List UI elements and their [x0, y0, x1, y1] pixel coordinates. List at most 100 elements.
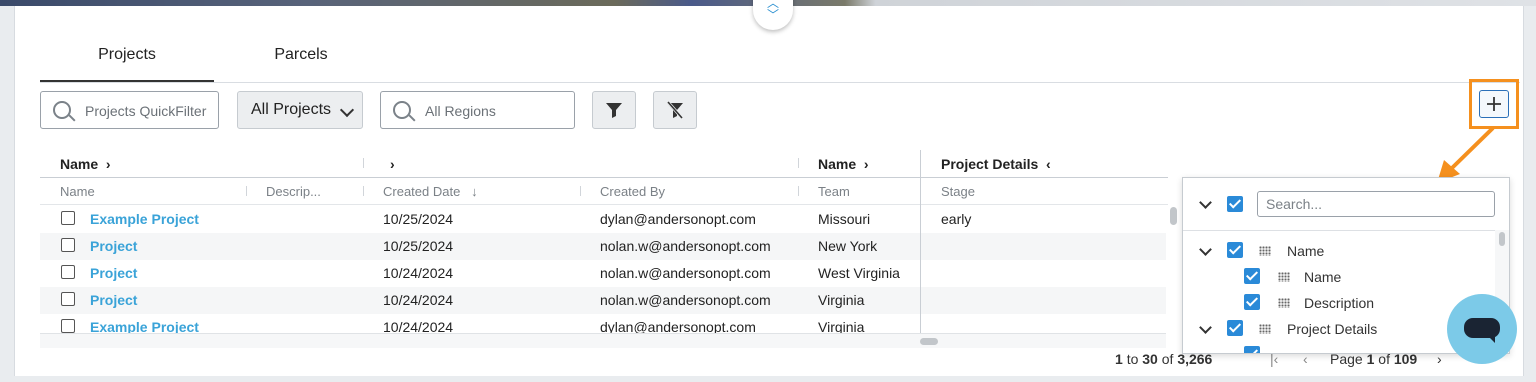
stage-cell: early	[941, 211, 972, 227]
column-header-created-by[interactable]: Created By	[600, 184, 665, 199]
chevron-right-icon: ›	[390, 156, 395, 172]
row-checkbox[interactable]	[61, 211, 75, 225]
column-search-input[interactable]: Search...	[1257, 191, 1495, 217]
filter-icon	[606, 103, 622, 118]
clear-filter-icon	[666, 101, 684, 119]
column-checkbox[interactable]	[1244, 346, 1260, 353]
row-checkbox[interactable]	[61, 238, 75, 252]
project-name-link[interactable]: Project	[90, 292, 137, 308]
chat-icon	[1464, 318, 1500, 343]
column-header-team[interactable]: Team	[818, 184, 850, 199]
chevron-down-icon[interactable]	[1199, 243, 1212, 256]
project-name-link[interactable]: Project	[90, 265, 137, 281]
horizontal-scrollbar[interactable]	[40, 333, 1166, 348]
created-by-cell: dylan@andersonopt.com	[600, 211, 756, 227]
add-column-button[interactable]	[1479, 90, 1509, 118]
team-cell: Virginia	[818, 292, 865, 308]
column-checkbox[interactable]	[1244, 294, 1260, 310]
created-date-cell: 10/24/2024	[383, 265, 454, 281]
select-all-checkbox[interactable]	[1227, 196, 1243, 212]
column-chooser-header: Search...	[1183, 178, 1509, 231]
team-cell: Virginia	[818, 319, 865, 333]
row-checkbox[interactable]	[61, 292, 75, 306]
drag-handle-icon[interactable]	[1259, 324, 1271, 334]
tab-projects[interactable]: Projects	[40, 40, 214, 82]
regions-input[interactable]: All Regions	[380, 91, 575, 129]
vertical-scrollbar[interactable]	[1170, 207, 1177, 225]
quickfilter-input[interactable]: Projects QuickFilter	[40, 91, 219, 129]
chevron-right-icon: ›	[860, 156, 869, 172]
group-header-name[interactable]: Name ›	[60, 150, 111, 178]
tab-parcels[interactable]: Parcels	[214, 40, 388, 80]
column-divider	[363, 186, 364, 196]
pinned-column-divider	[920, 150, 921, 346]
table-row[interactable]: Project 10/25/2024 nolan.w@andersonopt.c…	[40, 233, 1166, 260]
team-cell: Missouri	[818, 211, 871, 227]
filter-button[interactable]	[592, 91, 636, 129]
group-header-label: Name	[60, 156, 99, 172]
column-header-description[interactable]: Descrip...	[266, 184, 321, 199]
tab-bar: Projects Parcels	[40, 40, 1520, 83]
column-divider	[798, 186, 799, 196]
project-name-link[interactable]: Project	[90, 238, 137, 254]
group-header-unnamed[interactable]: ›	[390, 150, 395, 178]
to-word: to	[1126, 351, 1139, 367]
column-header-label: Created Date	[383, 184, 461, 199]
table-row[interactable]: Example Project 10/24/2024 dylan@anderso…	[40, 314, 1166, 333]
chevron-down-icon[interactable]	[1199, 321, 1212, 334]
created-date-cell: 10/24/2024	[383, 319, 454, 333]
row-checkbox[interactable]	[61, 265, 75, 279]
group-header-label: Project Details	[941, 156, 1039, 172]
quickfilter-placeholder: Projects QuickFilter	[85, 103, 207, 119]
project-name-link[interactable]: Example Project	[90, 319, 199, 333]
project-name-link[interactable]: Example Project	[90, 211, 199, 227]
column-item-label: Name	[1287, 243, 1325, 259]
horizontal-scroll-thumb[interactable]	[920, 338, 938, 345]
drag-handle-icon[interactable]	[1259, 246, 1271, 256]
created-by-cell: dylan@andersonopt.com	[600, 319, 756, 333]
group-divider	[798, 158, 799, 168]
column-checkbox[interactable]	[1244, 268, 1260, 284]
search-icon	[53, 101, 71, 119]
column-checkbox[interactable]	[1227, 320, 1243, 336]
row-range-end: 30	[1142, 351, 1158, 367]
column-header-name[interactable]: Name	[60, 184, 95, 199]
column-header-stage[interactable]: Stage	[941, 184, 975, 199]
column-item-label: Description	[1304, 295, 1375, 311]
column-header-created-date[interactable]: Created Date ↓	[383, 184, 478, 199]
chevron-right-icon: ›	[102, 156, 111, 172]
column-search-placeholder: Search...	[1266, 196, 1323, 212]
header-bottom-divider	[40, 204, 1168, 205]
team-cell: West Virginia	[818, 265, 900, 281]
chevron-down-icon: ﹀	[766, 8, 779, 22]
row-range-start: 1	[1115, 351, 1123, 367]
column-panel-scroll-thumb[interactable]	[1499, 232, 1505, 246]
group-header-project-details[interactable]: Project Details ‹	[941, 150, 1051, 178]
table-row[interactable]: Project 10/24/2024 nolan.w@andersonopt.c…	[40, 287, 1166, 314]
team-cell: New York	[818, 238, 878, 254]
chevron-down-icon[interactable]	[1199, 196, 1212, 209]
drag-handle-icon[interactable]	[1278, 298, 1290, 308]
of-word: of	[1161, 351, 1174, 367]
column-checkbox[interactable]	[1227, 242, 1243, 258]
column-item-label: Name	[1304, 269, 1342, 285]
header-divider	[40, 177, 1168, 178]
table-row[interactable]: Example Project 10/25/2024 dylan@anderso…	[40, 206, 1166, 233]
row-checkbox[interactable]	[61, 319, 75, 333]
drag-handle-icon[interactable]	[1278, 272, 1290, 282]
column-divider	[246, 186, 247, 196]
created-date-cell: 10/25/2024	[383, 211, 454, 227]
group-header-label: Name	[818, 156, 857, 172]
projects-select[interactable]: All Projects	[237, 91, 363, 129]
chat-button[interactable]	[1447, 294, 1517, 364]
created-by-cell: nolan.w@andersonopt.com	[600, 238, 771, 254]
projects-select-value: All Projects	[251, 101, 332, 118]
clear-filter-button[interactable]	[653, 91, 697, 129]
chevron-down-icon	[339, 102, 355, 118]
created-by-cell: nolan.w@andersonopt.com	[600, 265, 771, 281]
table-row[interactable]: Project 10/24/2024 nolan.w@andersonopt.c…	[40, 260, 1166, 287]
group-header-team[interactable]: Name ›	[818, 150, 869, 178]
created-by-cell: nolan.w@andersonopt.com	[600, 292, 771, 308]
created-date-cell: 10/24/2024	[383, 292, 454, 308]
chevron-left-icon: ‹	[1042, 156, 1051, 172]
